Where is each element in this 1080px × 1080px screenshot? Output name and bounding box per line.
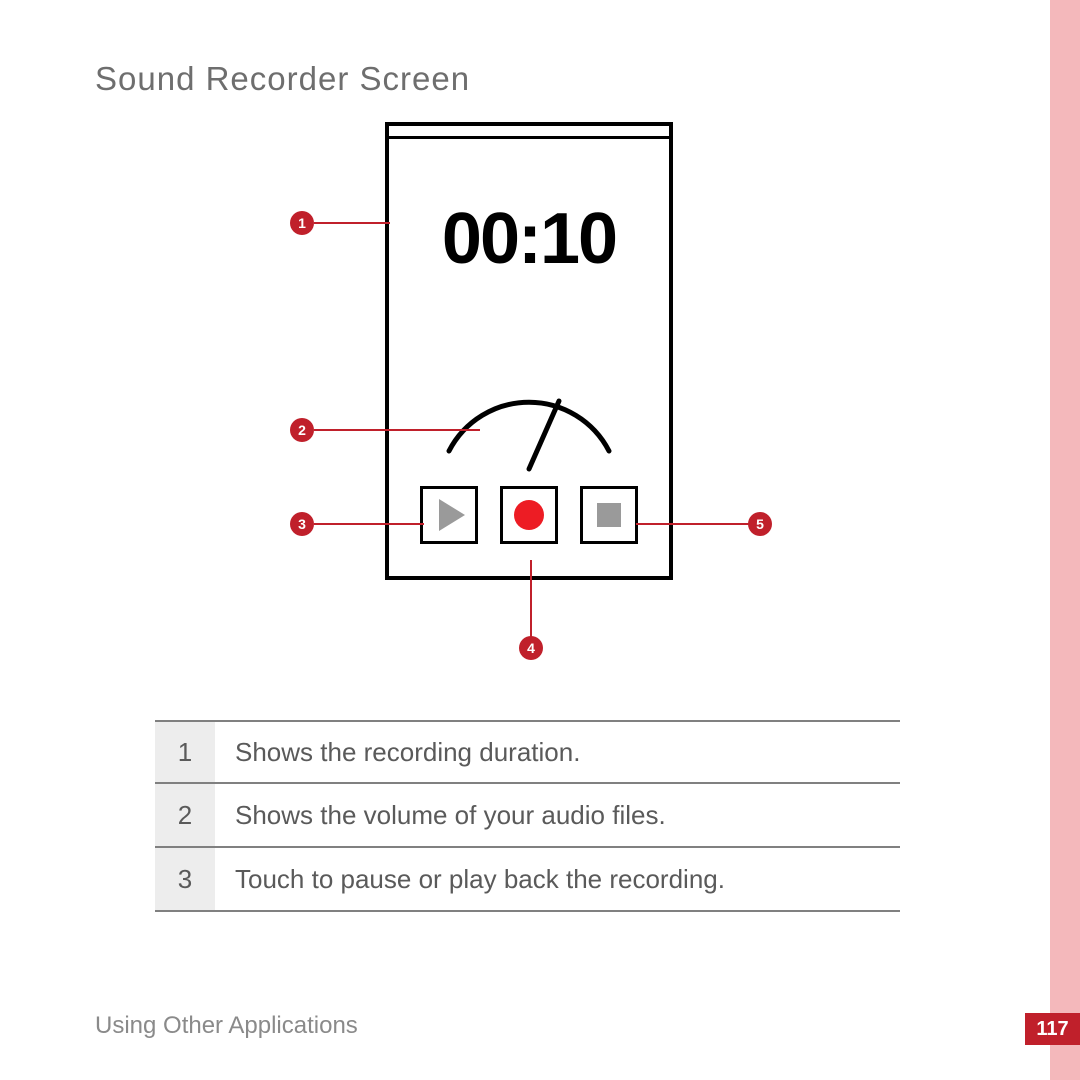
- callout-line-5: [636, 523, 750, 525]
- play-icon: [439, 499, 465, 531]
- record-icon: [514, 500, 544, 530]
- page-number-badge: 117: [1025, 1013, 1080, 1045]
- legend-row: 3 Touch to pause or play back the record…: [155, 848, 900, 912]
- callout-marker-1: 1: [290, 211, 314, 235]
- legend-row: 2 Shows the volume of your audio files.: [155, 784, 900, 848]
- stop-button[interactable]: [580, 486, 638, 544]
- callout-legend-table: 1 Shows the recording duration. 2 Shows …: [155, 720, 900, 912]
- device-illustration: 00:10: [385, 122, 673, 580]
- callout-marker-5: 5: [748, 512, 772, 536]
- recording-timer: 00:10: [389, 198, 669, 280]
- callout-marker-2: 2: [290, 418, 314, 442]
- legend-description: Shows the volume of your audio files.: [215, 800, 900, 831]
- callout-marker-3: 3: [290, 512, 314, 536]
- device-top-bar: [389, 136, 669, 139]
- callout-line-4: [530, 560, 532, 637]
- callout-line-2: [314, 429, 480, 431]
- play-pause-button[interactable]: [420, 486, 478, 544]
- page-edge-tab: [1050, 0, 1080, 1080]
- vu-needle-icon: [529, 401, 559, 469]
- legend-description: Touch to pause or play back the recordin…: [215, 864, 900, 895]
- legend-number: 1: [155, 722, 215, 782]
- legend-number: 2: [155, 784, 215, 846]
- callout-marker-4: 4: [519, 636, 543, 660]
- section-heading: Sound Recorder Screen: [95, 60, 470, 98]
- stop-icon: [597, 503, 621, 527]
- legend-row: 1 Shows the recording duration.: [155, 720, 900, 784]
- chapter-footer-label: Using Other Applications: [95, 1012, 358, 1040]
- legend-description: Shows the recording duration.: [215, 737, 900, 768]
- callout-line-3: [314, 523, 424, 525]
- vu-arc-icon: [449, 402, 609, 451]
- manual-page: 117 Sound Recorder Screen 00:10 1 2 3: [0, 0, 1080, 1080]
- callout-line-1: [314, 222, 390, 224]
- legend-number: 3: [155, 848, 215, 910]
- record-button[interactable]: [500, 486, 558, 544]
- recorder-controls: [389, 486, 669, 544]
- volume-meter: [429, 371, 629, 481]
